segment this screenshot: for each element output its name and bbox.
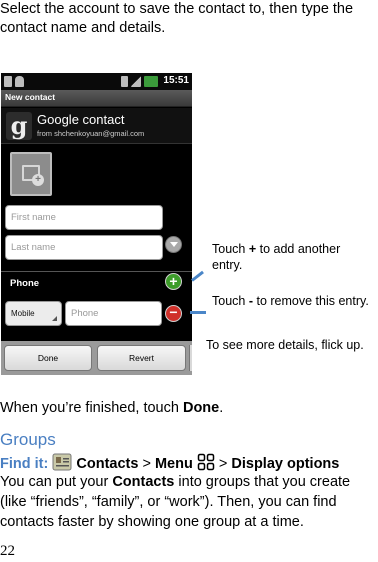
add-photo-icon: +	[32, 174, 44, 186]
page-number: 22	[0, 543, 15, 559]
google-icon: g	[6, 112, 32, 140]
section-divider	[1, 271, 192, 272]
callout-line-remove	[190, 311, 206, 314]
finished-text: When you’re finished, touch Done.	[0, 398, 376, 418]
intro-text: Select the account to save the contact t…	[0, 1, 354, 36]
first-name-field[interactable]: First name	[5, 205, 163, 230]
title-bar: New contact	[1, 90, 192, 107]
expand-name-button[interactable]	[165, 236, 182, 253]
signal-icon	[131, 76, 141, 87]
find-it-sep-1: >	[142, 456, 151, 472]
groups-line-1-pre: You can put your	[0, 474, 113, 490]
status-bar: 15:51	[1, 73, 192, 90]
phone-screenshot: 15:51 New contact g Google contact from …	[1, 73, 192, 375]
callout-remove-pre: Touch	[212, 294, 249, 308]
groups-heading: Groups	[0, 430, 56, 449]
last-name-field[interactable]: Last name	[5, 235, 163, 260]
contact-photo-button[interactable]: +	[10, 152, 52, 196]
phone-section-heading: Phone	[10, 278, 40, 289]
finished-pre: When you’re finished, touch	[0, 400, 183, 416]
find-it-sep-2: >	[218, 456, 228, 472]
android-icon	[15, 76, 24, 87]
add-phone-button[interactable]: +	[165, 273, 182, 290]
groups-line-1-post: into groups that you create	[174, 474, 351, 490]
finished-post: .	[219, 400, 224, 416]
groups-line-1-bold: Contacts	[112, 474, 175, 490]
find-it-label: Find it:	[0, 456, 49, 472]
find-it-contacts: Contacts	[76, 456, 139, 472]
status-time: 15:51	[163, 75, 189, 86]
groups-line-2: (like “friends”, “family”, or “work”). T…	[0, 494, 337, 510]
find-it-menu: Menu	[154, 456, 193, 472]
revert-button[interactable]: Revert	[97, 345, 186, 371]
phone-type-spinner[interactable]: Mobile	[5, 301, 62, 326]
groups-line-3: contacts faster by showing one group at …	[0, 514, 304, 530]
remove-phone-button[interactable]: −	[165, 305, 182, 322]
bottom-button-bar: Done Revert	[1, 341, 192, 375]
callout-add: Touch + to add another entry.	[212, 241, 362, 273]
callout-remove-post: to remove this entry.	[253, 294, 369, 308]
account-selector[interactable]: g Google contact from shchenkoyuan@gmail…	[1, 108, 192, 144]
sim-icon	[121, 76, 128, 87]
callout-add-pre: Touch	[212, 242, 249, 256]
usb-icon	[4, 76, 12, 87]
callout-more: To see more details, flick up.	[206, 338, 364, 352]
button-edge	[189, 345, 192, 371]
callout-remove: Touch - to remove this entry.	[212, 293, 378, 309]
account-email: from shchenkoyuan@gmail.com	[37, 129, 145, 138]
screen-title: New contact	[5, 92, 56, 102]
account-name: Google contact	[37, 112, 125, 127]
callout-line-add	[191, 270, 204, 282]
done-button[interactable]: Done	[4, 345, 92, 371]
phone-field[interactable]: Phone	[65, 301, 162, 326]
groups-line-1: You can put your Contacts into groups th…	[0, 472, 376, 492]
finished-done: Done	[182, 400, 220, 416]
find-it-display: Display options	[231, 456, 340, 472]
battery-icon	[144, 76, 158, 87]
